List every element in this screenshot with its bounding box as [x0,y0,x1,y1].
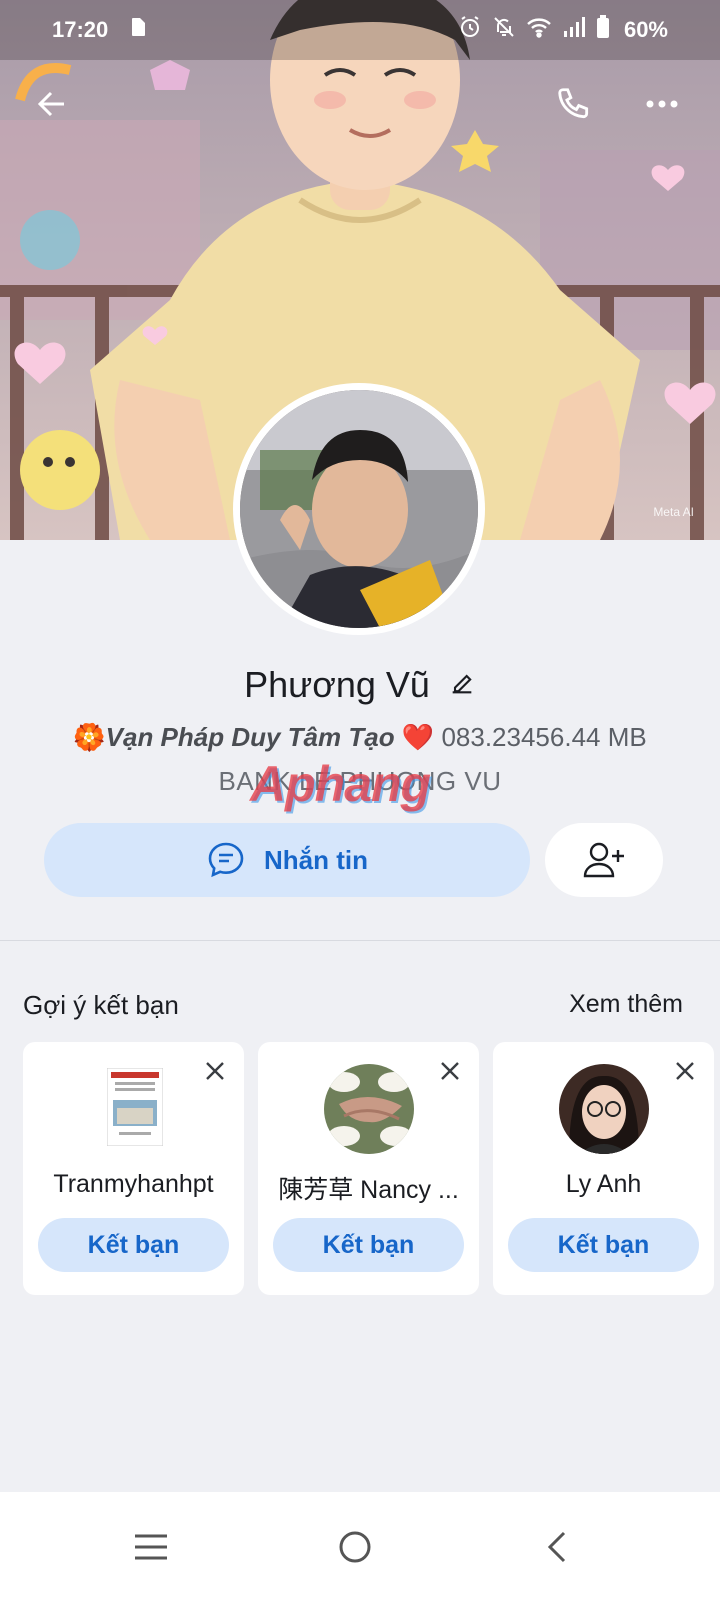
back-button[interactable] [26,78,78,130]
suggestion-name: Ly Anh [565,1170,642,1198]
dismiss-button[interactable] [670,1056,700,1086]
status-icons: 60% [458,15,668,45]
message-button[interactable]: Nhắn tin [44,823,530,897]
avatar-photo [240,390,478,628]
profile-bio: 🏵️Vạn Pháp Duy Tâm Tạo ❤️ 083.23456.44 M… [0,722,720,753]
flower-emoji: 🏵️ [73,722,106,752]
close-icon [676,1062,694,1080]
home-circle-icon [339,1531,371,1563]
profile-name: Phương Vũ [244,664,430,705]
recent-apps-button[interactable] [116,1512,186,1582]
add-friend-card-button[interactable]: Kết bạn [273,1218,464,1272]
suggestion-card[interactable]: Ly Anh Kết bạn [493,1042,714,1295]
suggestion-card[interactable]: 陳芳草 Nancy ... Kết bạn [258,1042,479,1295]
close-icon [441,1062,459,1080]
suggestion-name: Tranmyhanhpt [53,1170,214,1198]
edit-icon[interactable] [448,669,476,702]
profile-name-row: Phương Vũ [0,664,720,706]
add-friend-card-button[interactable]: Kết bạn [38,1218,229,1272]
system-back-button[interactable] [522,1512,592,1582]
message-button-label: Nhắn tin [264,844,368,875]
wifi-icon [526,16,552,44]
suggestion-card[interactable]: Tranmyhanhpt Kết bạn [23,1042,244,1295]
suggestion-avatar [324,1064,414,1154]
user-plus-icon [583,842,624,878]
close-icon [206,1062,224,1080]
suggestions-title: Gợi ý kết bạn [23,990,179,1020]
more-button[interactable] [636,78,688,130]
profile-screen: Meta AI 17:20 60% Phương Vũ 🏵️Vạn Pháp D… [0,0,720,1600]
chevron-left-icon [547,1531,566,1563]
signal-icon [562,16,586,44]
section-divider [0,940,720,941]
dismiss-button[interactable] [435,1056,465,1086]
system-navigation-bar [0,1492,720,1600]
heart-emoji: ❤️ [401,722,435,752]
chat-bubble-icon [208,842,244,878]
status-time: 17:20 [52,17,109,42]
add-friend-button[interactable] [545,823,663,897]
battery-percent: 60% [623,17,668,42]
suggestion-avatar [559,1064,649,1154]
menu-icon [135,1534,167,1560]
meta-ai-badge: Meta AI [653,505,694,519]
top-navigation [0,78,720,130]
bio-italic-text: Vạn Pháp Duy Tâm Tạo [105,722,395,752]
battery-icon [596,15,610,45]
home-button[interactable] [320,1512,390,1582]
suggestion-avatar [107,1068,163,1146]
add-friend-card-button[interactable]: Kết bạn [508,1218,699,1272]
profile-bio-line2: BANK LE PHUONG VU [218,766,502,796]
see-more-link[interactable]: Xem thêm [569,990,683,1019]
phone-icon [558,88,589,119]
bell-off-icon [492,15,516,45]
suggestion-name: 陳芳草 Nancy ... [278,1176,459,1204]
bio-phone-text: 083.23456.44 MB [441,722,647,752]
arrow-left-icon [37,91,64,117]
more-horizontal-icon [646,100,678,108]
avatar[interactable] [233,383,485,635]
status-bar: 17:20 60% [0,0,720,60]
alarm-icon [458,15,482,45]
dismiss-button[interactable] [200,1056,230,1086]
call-button[interactable] [548,78,600,130]
sim-card-icon [130,17,146,43]
